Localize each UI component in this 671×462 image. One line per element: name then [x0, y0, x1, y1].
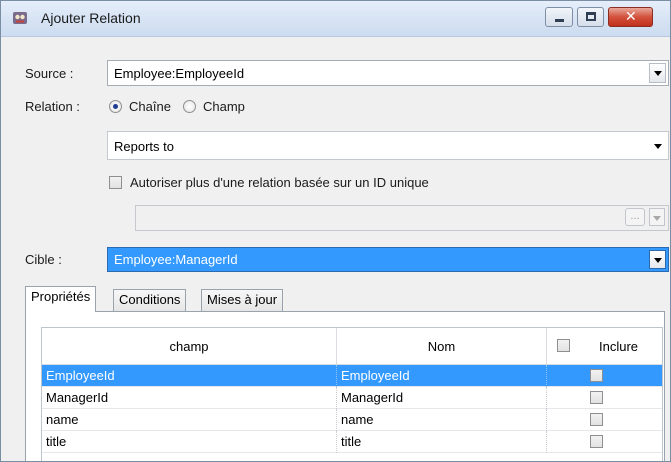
chevron-down-icon	[649, 208, 665, 226]
minimize-button[interactable]	[545, 7, 573, 27]
source-combobox[interactable]: Employee:EmployeeId	[107, 60, 669, 86]
include-checkbox[interactable]	[590, 369, 603, 382]
include-checkbox[interactable]	[590, 413, 603, 426]
chevron-down-icon[interactable]	[649, 250, 666, 269]
allow-multiple-checkbox[interactable]	[109, 176, 122, 189]
chevron-down-icon[interactable]	[649, 63, 666, 83]
cell-field[interactable]: name	[42, 409, 337, 431]
window-title: Ajouter Relation	[41, 10, 141, 26]
radio-champ[interactable]	[183, 100, 196, 113]
cell-field[interactable]: EmployeeId	[42, 365, 337, 387]
table-row[interactable]: EmployeeId EmployeeId	[42, 365, 662, 387]
cell-name[interactable]: EmployeeId	[337, 365, 547, 387]
include-checkbox[interactable]	[590, 435, 603, 448]
target-label: Cible :	[25, 252, 62, 267]
relation-name-value: Reports to	[114, 139, 174, 154]
column-header-inclure-cell[interactable]: Inclure	[547, 328, 662, 365]
relation-label: Relation :	[25, 99, 80, 114]
table-row[interactable]: name name	[42, 409, 662, 431]
cell-name[interactable]: title	[337, 431, 547, 453]
add-relation-dialog: Ajouter Relation ✕ Source : Employee:Emp…	[0, 0, 671, 462]
relation-name-combobox[interactable]: Reports to	[107, 131, 669, 160]
column-header-inclure: Inclure	[599, 339, 639, 354]
maximize-button[interactable]	[577, 7, 604, 27]
target-combobox[interactable]: Employee:ManagerId	[107, 247, 669, 272]
maximize-icon	[586, 12, 596, 21]
cell-name[interactable]: name	[337, 409, 547, 431]
cell-name[interactable]: ManagerId	[337, 387, 547, 409]
include-all-checkbox[interactable]	[557, 339, 570, 352]
target-value: Employee:ManagerId	[114, 252, 238, 267]
tab-proprietes[interactable]: Propriétés	[25, 286, 97, 312]
source-label: Source :	[25, 66, 74, 81]
minimize-icon	[555, 19, 564, 22]
cell-field[interactable]: title	[42, 431, 337, 453]
radio-chaine-label[interactable]: Chaîne	[129, 99, 171, 114]
include-checkbox[interactable]	[590, 391, 603, 404]
app-icon	[13, 12, 27, 24]
radio-chaine[interactable]	[109, 100, 122, 113]
unique-id-combobox: ...	[135, 205, 669, 231]
close-button[interactable]: ✕	[608, 7, 653, 27]
radio-champ-label[interactable]: Champ	[203, 99, 245, 114]
title-bar[interactable]: Ajouter Relation ✕	[1, 1, 670, 37]
column-header-champ[interactable]: champ	[42, 328, 337, 365]
tab-conditions[interactable]: Conditions	[113, 289, 187, 311]
column-header-nom[interactable]: Nom	[337, 328, 547, 365]
cell-field[interactable]: ManagerId	[42, 387, 337, 409]
table-row[interactable]: title title	[42, 431, 662, 453]
close-icon: ✕	[625, 9, 637, 25]
allow-multiple-label[interactable]: Autoriser plus d'une relation basée sur …	[130, 175, 429, 190]
chevron-down-icon[interactable]	[654, 144, 662, 149]
table-row[interactable]: ManagerId ManagerId	[42, 387, 662, 409]
browse-button: ...	[625, 208, 645, 226]
tab-mises-a-jour[interactable]: Mises à jour	[201, 289, 284, 311]
source-value: Employee:EmployeeId	[114, 66, 245, 81]
fields-grid: champ Nom Inclure EmployeeId EmployeeId …	[41, 327, 663, 461]
